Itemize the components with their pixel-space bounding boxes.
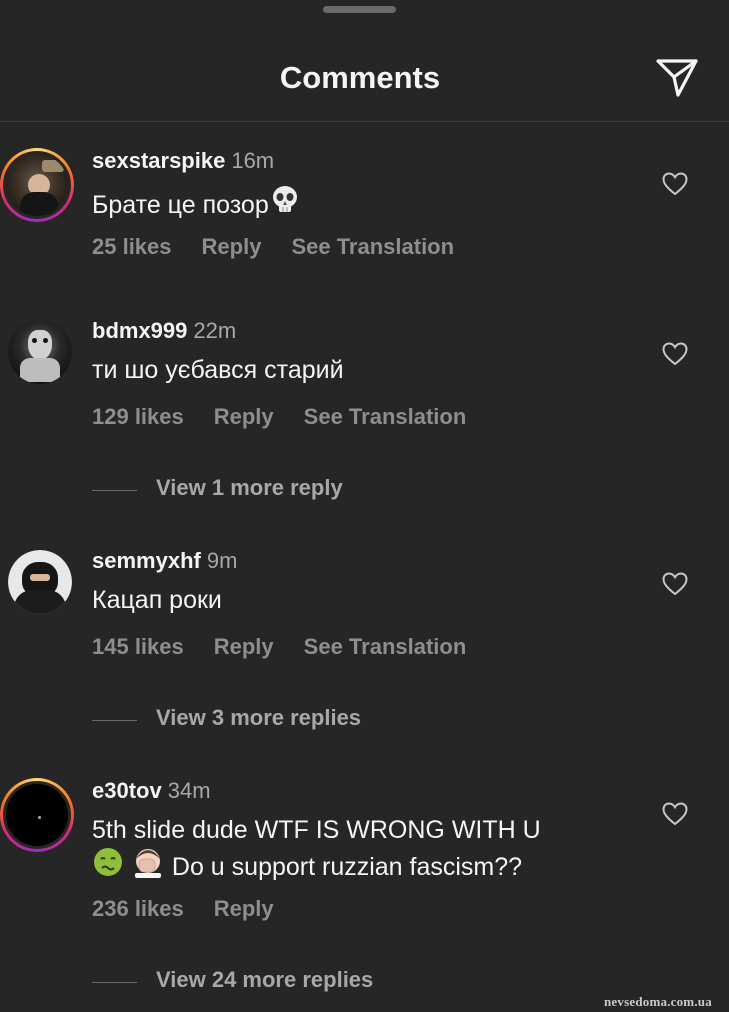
avatar[interactable] [8, 320, 72, 384]
page-title: Comments [279, 60, 441, 95]
comment-text: 5th slide dude WTF IS WRONG WITH U Do u … [92, 814, 541, 886]
avatar[interactable] [0, 778, 74, 852]
send-icon[interactable] [654, 53, 700, 99]
likes-count[interactable]: 236 likes [92, 896, 184, 921]
likes-count[interactable]: 145 likes [92, 634, 184, 659]
view-more-replies-button[interactable]: View 1 more reply [92, 475, 492, 505]
see-translation-button[interactable]: See Translation [291, 234, 454, 259]
heart-icon[interactable] [662, 342, 688, 366]
comment-username[interactable]: bdmx999 [92, 318, 187, 343]
comment-text: ти шо уєбався старий [92, 354, 344, 386]
comment-time: 16m [231, 148, 275, 173]
comment-actions: 25 likes Reply See Translation [92, 234, 484, 260]
view-more-replies-label: View 1 more reply [156, 475, 343, 500]
comment-username[interactable]: sexstarspike [92, 148, 225, 173]
comment-text-line-2: Do u support ruzzian fascism?? [92, 846, 541, 886]
comment-actions: 129 likes Reply See Translation [92, 404, 496, 430]
reply-button[interactable]: Reply [214, 896, 274, 921]
see-translation-button[interactable]: See Translation [304, 404, 467, 429]
reply-divider [92, 490, 137, 491]
view-more-replies-button[interactable]: View 3 more replies [92, 705, 492, 735]
watermark: nevsedoma.com.ua [604, 994, 712, 1009]
view-more-replies-button[interactable]: View 24 more replies [92, 967, 492, 997]
heart-icon[interactable] [662, 572, 688, 596]
reply-button[interactable]: Reply [202, 234, 262, 259]
comment-username[interactable]: semmyxhf [92, 548, 201, 573]
reply-divider [92, 720, 137, 721]
skull-emoji-icon [269, 184, 301, 224]
view-more-replies-label: View 3 more replies [156, 705, 362, 730]
reply-button[interactable]: Reply [214, 404, 274, 429]
comment-text-line: Кацап роки [92, 586, 222, 614]
view-more-replies-label: View 24 more replies [156, 967, 374, 992]
likes-count[interactable]: 25 likes [92, 234, 172, 259]
comment-meta: e30tov 34m [92, 778, 211, 804]
nauseated-face-emoji-icon [92, 846, 124, 886]
comment-meta: sexstarspike 16m [92, 148, 274, 174]
comment-text-line: Do u support ruzzian fascism?? [171, 853, 523, 881]
avatar[interactable] [0, 148, 74, 222]
heart-icon[interactable] [662, 172, 688, 196]
avatar[interactable] [8, 550, 72, 614]
likes-count[interactable]: 129 likes [92, 404, 184, 429]
comment-time: 22m [193, 318, 237, 343]
comment-username[interactable]: e30tov [92, 778, 162, 803]
heart-icon[interactable] [662, 802, 688, 826]
comment-meta: semmyxhf 9m [92, 548, 237, 574]
comment-time: 34m [167, 778, 211, 803]
comment-text-line: ти шо уєбався старий [92, 356, 344, 384]
comment-text: Брате це позор [92, 184, 301, 224]
comment-text-line: 5th slide dude WTF IS WRONG WITH U [92, 816, 541, 844]
comments-header: Comments [0, 0, 729, 122]
reply-button[interactable]: Reply [214, 634, 274, 659]
comment-meta: bdmx999 22m [92, 318, 236, 344]
see-translation-button[interactable]: See Translation [304, 634, 467, 659]
comment-actions: 236 likes Reply [92, 896, 304, 922]
comment-actions: 145 likes Reply See Translation [92, 634, 496, 660]
comment-text-line: Брате це позор [92, 191, 269, 219]
face-palm-emoji-icon [131, 846, 165, 886]
reply-divider [92, 982, 137, 983]
comment-time: 9m [206, 548, 238, 573]
comment-text: Кацап роки [92, 584, 222, 616]
